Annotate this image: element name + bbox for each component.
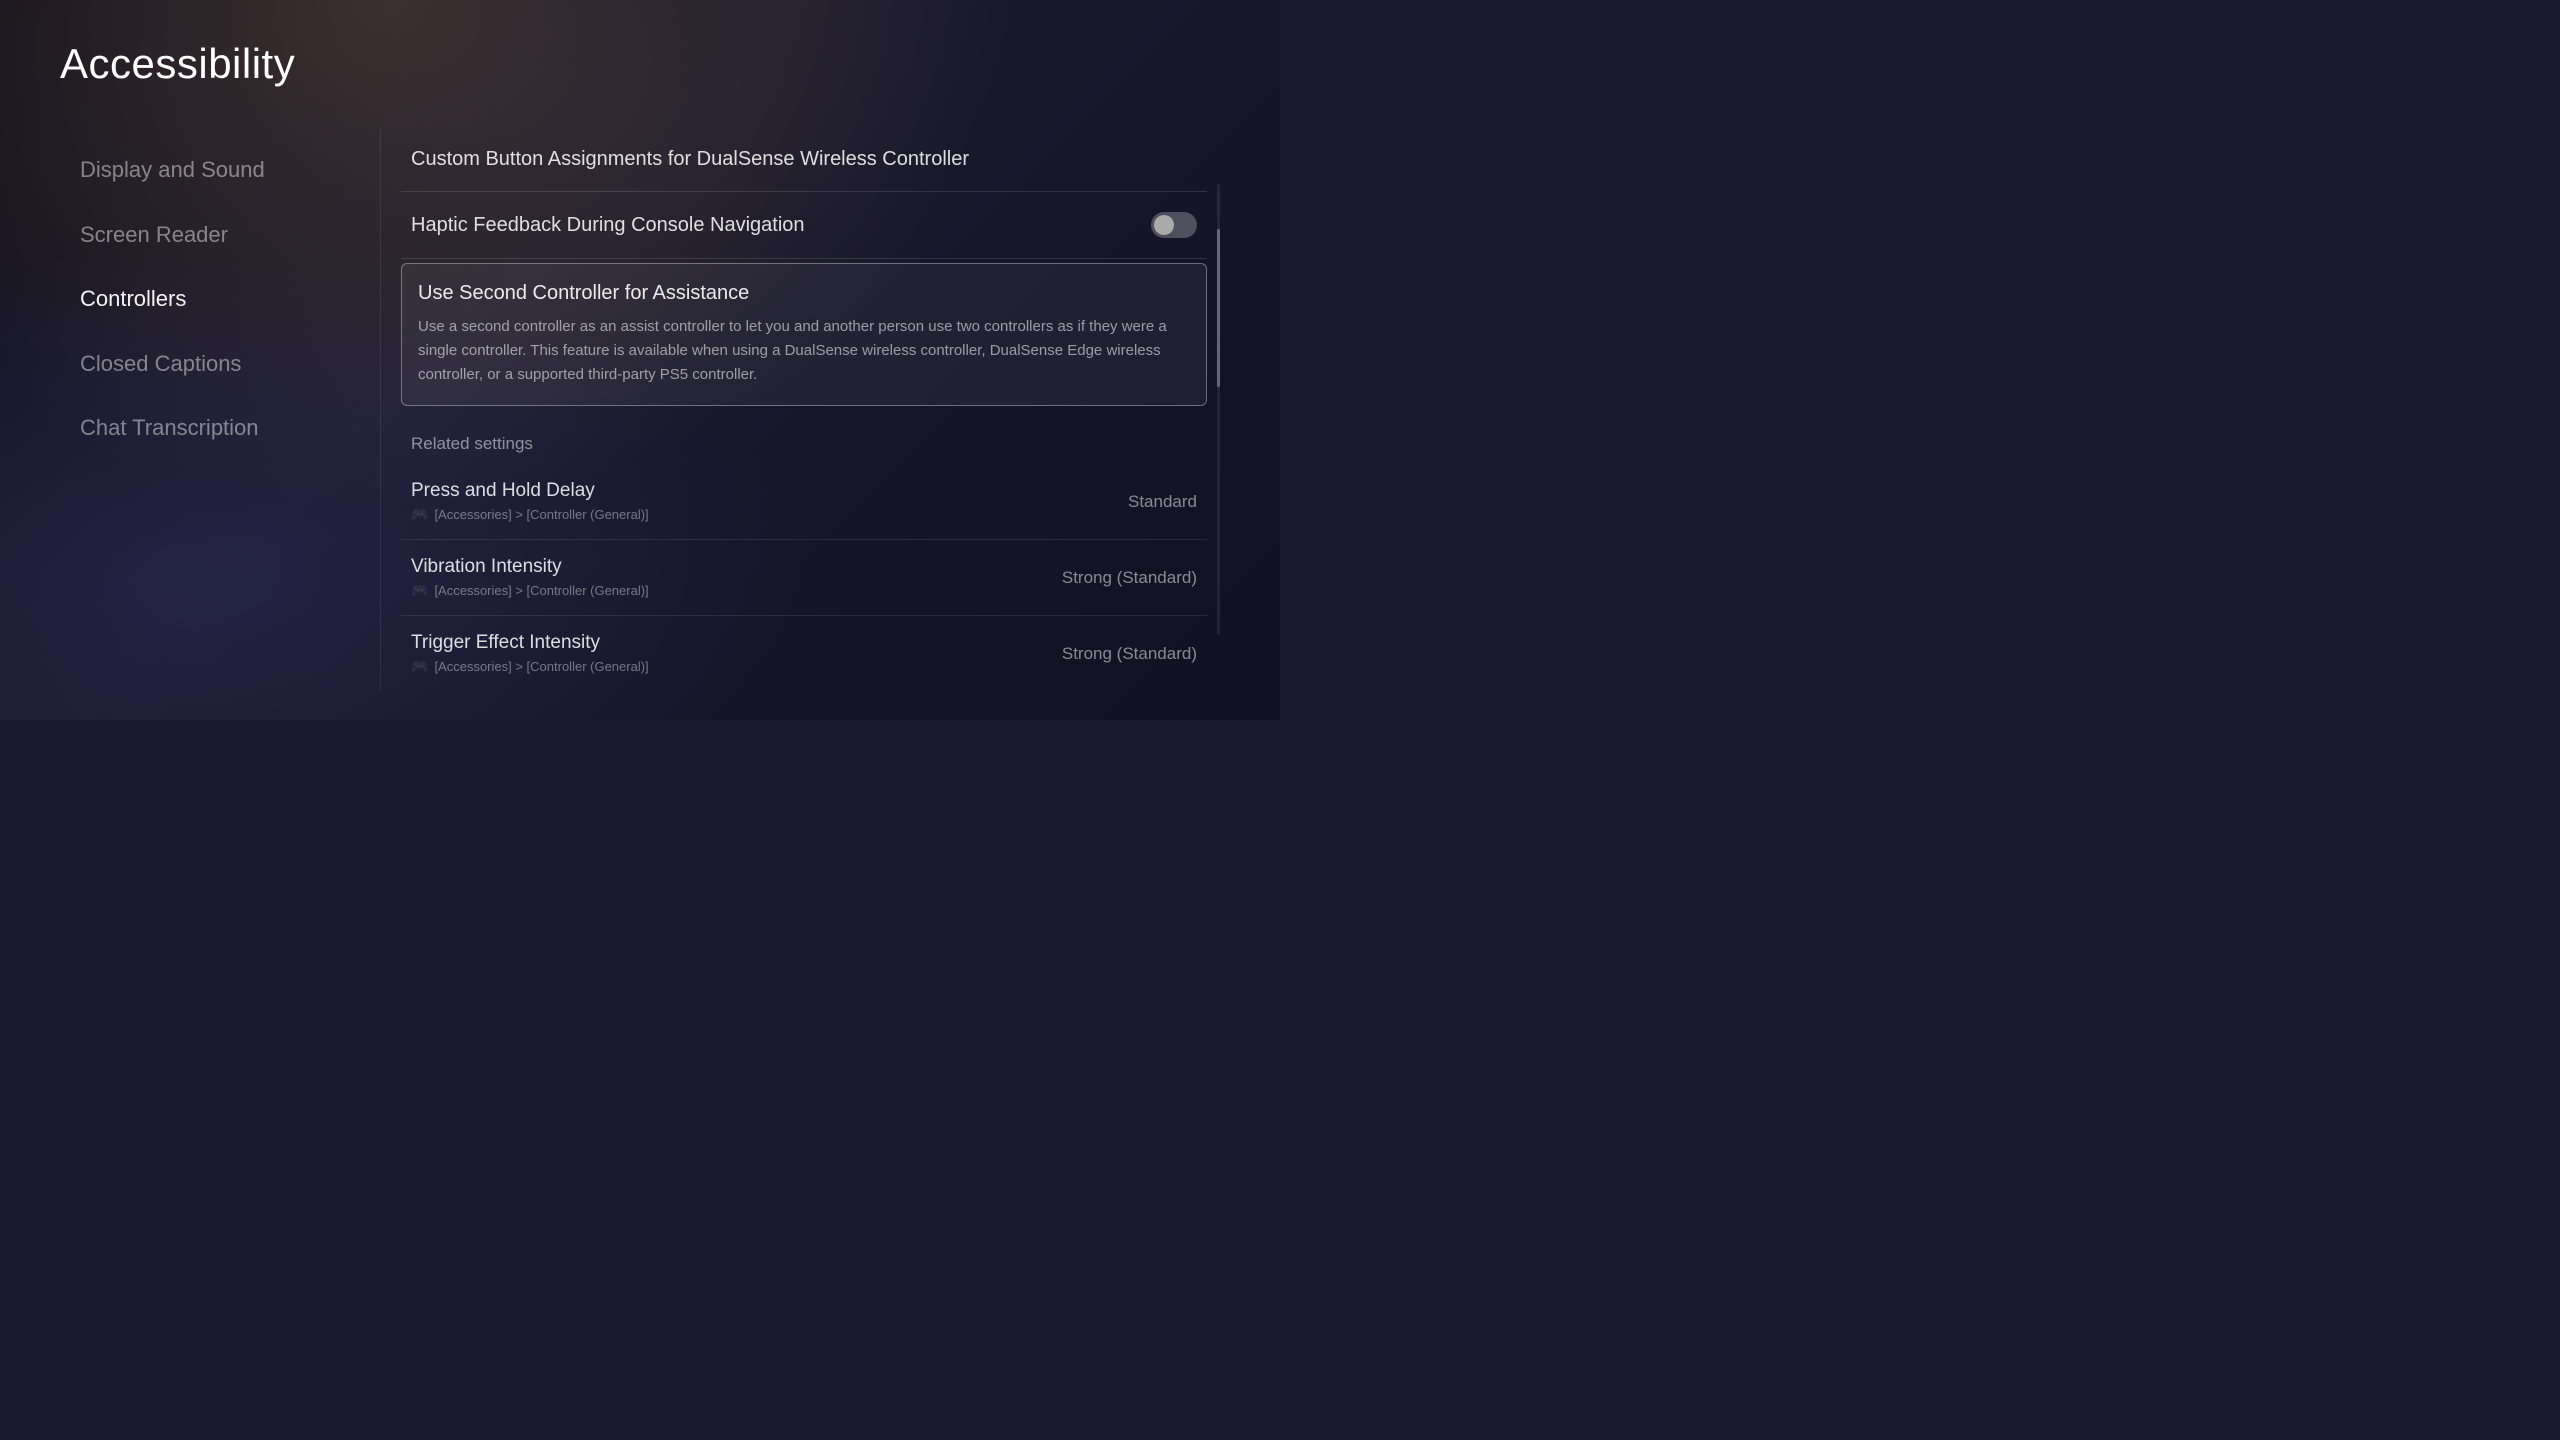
related-setting-press-and-hold-delay-value: Standard	[1128, 492, 1197, 512]
related-setting-vibration-intensity-path: 🎮 [Accessories] > [Controller (General)]	[411, 582, 649, 599]
scroll-bar	[1217, 184, 1220, 634]
related-setting-trigger-effect-intensity-title: Trigger Effect Intensity	[411, 632, 649, 654]
content-layout: Display and SoundScreen ReaderController…	[60, 128, 1220, 691]
related-setting-press-and-hold-delay-title: Press and Hold Delay	[411, 480, 649, 502]
related-setting-trigger-effect-intensity-path-text: [Accessories] > [Controller (General)]	[434, 659, 648, 674]
related-setting-vibration-intensity-title: Vibration Intensity	[411, 556, 649, 578]
related-setting-trigger-effect-intensity-row[interactable]: Trigger Effect Intensity 🎮 [Accessories] >…	[401, 616, 1207, 691]
page-title: Accessibility	[60, 40, 1220, 88]
related-setting-trigger-effect-intensity-value: Strong (Standard)	[1062, 644, 1197, 664]
page-container: Accessibility Display and SoundScreen Re…	[0, 0, 1280, 720]
sidebar-item-display-and-sound[interactable]: Display and Sound	[60, 138, 380, 203]
related-setting-vibration-intensity-row[interactable]: Vibration Intensity 🎮 [Accessories] > [Con…	[401, 540, 1207, 616]
haptic-feedback-label: Haptic Feedback During Console Navigatio…	[411, 214, 805, 237]
sidebar-item-screen-reader[interactable]: Screen Reader	[60, 203, 380, 268]
controller-icon: 🎮	[411, 506, 428, 523]
related-settings-header: Related settings	[401, 410, 1207, 464]
use-second-controller-selected[interactable]: Use Second Controller for Assistance Use…	[401, 263, 1207, 406]
related-setting-press-and-hold-delay-path: 🎮 [Accessories] > [Controller (General)]	[411, 506, 649, 523]
related-setting-vibration-intensity-value: Strong (Standard)	[1062, 568, 1197, 588]
use-second-controller-description: Use a second controller as an assist con…	[418, 315, 1190, 387]
haptic-feedback-toggle[interactable]	[1151, 212, 1197, 238]
related-setting-press-and-hold-delay-path-text: [Accessories] > [Controller (General)]	[434, 507, 648, 522]
related-setting-vibration-intensity-left: Vibration Intensity 🎮 [Accessories] > [Con…	[411, 556, 649, 599]
settings-list: Custom Button Assignments for DualSense …	[401, 128, 1207, 410]
haptic-feedback-row[interactable]: Haptic Feedback During Console Navigatio…	[401, 192, 1207, 259]
related-setting-press-and-hold-delay-row[interactable]: Press and Hold Delay 🎮 [Accessories] > [Co…	[401, 464, 1207, 540]
sidebar-item-closed-captions[interactable]: Closed Captions	[60, 332, 380, 397]
toggle-knob	[1154, 215, 1174, 235]
scroll-thumb	[1217, 229, 1220, 387]
related-setting-trigger-effect-intensity-left: Trigger Effect Intensity 🎮 [Accessories] >…	[411, 632, 649, 675]
controller-icon: 🎮	[411, 582, 428, 599]
related-settings-list: Press and Hold Delay 🎮 [Accessories] > [Co…	[401, 464, 1207, 691]
custom-button-assignments-row[interactable]: Custom Button Assignments for DualSense …	[401, 128, 1207, 192]
controller-icon: 🎮	[411, 658, 428, 675]
sidebar-item-controllers[interactable]: Controllers	[60, 267, 380, 332]
sidebar: Display and SoundScreen ReaderController…	[60, 128, 380, 691]
haptic-feedback-toggle-container	[1151, 212, 1197, 238]
use-second-controller-title: Use Second Controller for Assistance	[418, 282, 1190, 305]
main-content: Custom Button Assignments for DualSense …	[380, 128, 1207, 691]
related-setting-press-and-hold-delay-left: Press and Hold Delay 🎮 [Accessories] > [Co…	[411, 480, 649, 523]
related-setting-trigger-effect-intensity-path: 🎮 [Accessories] > [Controller (General)]	[411, 658, 649, 675]
sidebar-item-chat-transcription[interactable]: Chat Transcription	[60, 396, 380, 461]
related-setting-vibration-intensity-path-text: [Accessories] > [Controller (General)]	[434, 583, 648, 598]
custom-button-assignments-label: Custom Button Assignments for DualSense …	[411, 148, 969, 171]
